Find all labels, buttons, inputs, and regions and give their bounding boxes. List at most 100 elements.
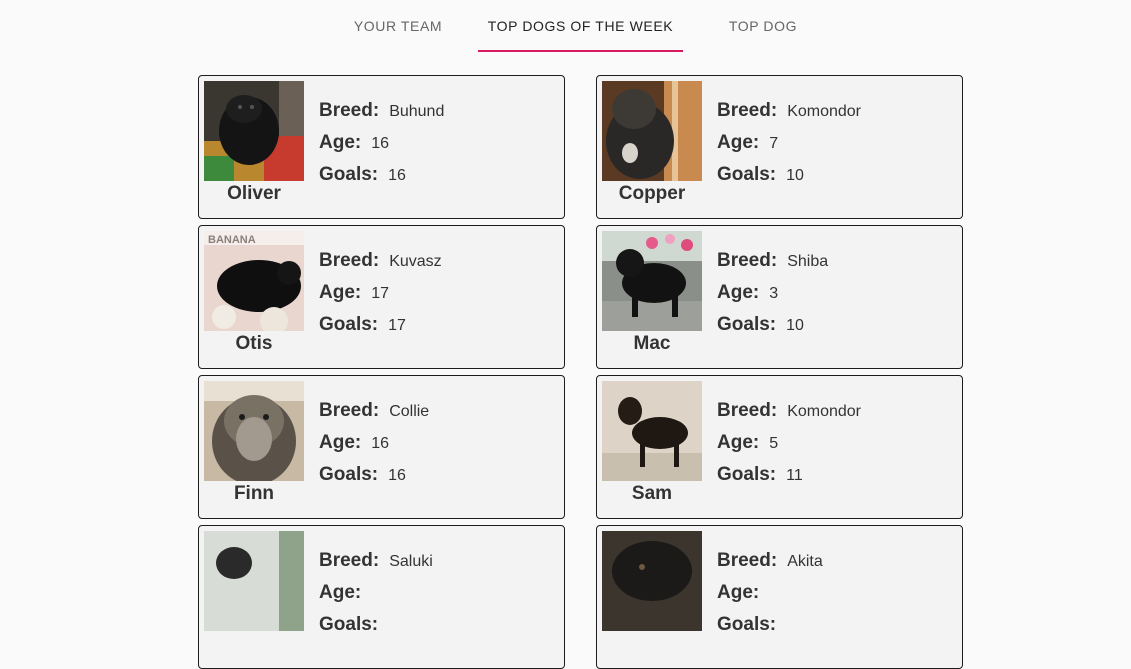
breed-row: Breed: Saluki bbox=[319, 550, 433, 582]
dog-image bbox=[602, 231, 702, 331]
goals-row: Goals: 11 bbox=[717, 464, 861, 496]
dog-card[interactable]: Finn Breed: Collie Age: 16 Goals: 16 bbox=[198, 375, 565, 519]
dog-card[interactable]: Sam Breed: Komondor Age: 5 Goals: 11 bbox=[596, 375, 963, 519]
breed-value: Komondor bbox=[787, 103, 862, 120]
dog-stats: Breed: Kuvasz Age: 17 Goals: 17 bbox=[319, 250, 442, 346]
breed-label: Breed: bbox=[717, 550, 778, 571]
age-label: Age: bbox=[717, 282, 760, 303]
age-value: 3 bbox=[769, 285, 779, 302]
age-label: Age: bbox=[717, 582, 760, 603]
dog-stats: Breed: Komondor Age: 5 Goals: 11 bbox=[717, 400, 861, 496]
dog-photo bbox=[602, 231, 702, 331]
goals-row: Goals: 16 bbox=[319, 164, 444, 196]
goals-label: Goals: bbox=[319, 614, 379, 635]
breed-row: Breed: Kuvasz bbox=[319, 250, 442, 282]
dog-card[interactable]: BANANA Otis Breed: Kuvasz Age: 17 Goals: 17 bbox=[198, 225, 565, 369]
age-row: Age: bbox=[319, 582, 433, 614]
tab-your-team[interactable]: YOUR TEAM bbox=[340, 0, 456, 52]
age-label: Age: bbox=[717, 132, 760, 153]
breed-value: Saluki bbox=[389, 553, 433, 570]
tab-top-dog[interactable]: TOP DOG bbox=[706, 0, 820, 52]
age-row: Age: 5 bbox=[717, 432, 861, 464]
active-tab-indicator bbox=[478, 50, 683, 52]
age-row: Age: 17 bbox=[319, 282, 442, 314]
tab-label: TOP DOGS OF THE WEEK bbox=[487, 18, 674, 34]
tab-label: YOUR TEAM bbox=[353, 18, 443, 34]
dog-image bbox=[602, 531, 702, 631]
breed-label: Breed: bbox=[717, 100, 778, 121]
goals-row: Goals: bbox=[717, 614, 823, 646]
breed-value: Shiba bbox=[787, 253, 829, 270]
dog-card[interactable]: Oliver Breed: Buhund Age: 16 Goals: 16 bbox=[198, 75, 565, 219]
age-value: 16 bbox=[371, 135, 390, 152]
dog-image bbox=[204, 531, 304, 631]
breed-row: Breed: Shiba bbox=[717, 250, 828, 282]
dog-photo bbox=[204, 531, 304, 631]
breed-row: Breed: Collie bbox=[319, 400, 429, 432]
dog-image bbox=[204, 81, 304, 181]
age-label: Age: bbox=[717, 432, 760, 453]
breed-label: Breed: bbox=[319, 550, 380, 571]
goals-row: Goals: bbox=[319, 614, 433, 646]
dog-photo bbox=[602, 531, 702, 631]
breed-label: Breed: bbox=[717, 250, 778, 271]
dog-photo bbox=[602, 381, 702, 481]
dog-stats: Breed: Buhund Age: 16 Goals: 16 bbox=[319, 100, 444, 196]
breed-row: Breed: Akita bbox=[717, 550, 823, 582]
dog-stats: Breed: Saluki Age: Goals: bbox=[319, 550, 433, 646]
dog-card[interactable]: Copper Breed: Komondor Age: 7 Goals: 10 bbox=[596, 75, 963, 219]
goals-label: Goals: bbox=[319, 314, 379, 335]
goals-value: 10 bbox=[786, 317, 804, 334]
age-value: 17 bbox=[371, 285, 390, 302]
age-row: Age: 7 bbox=[717, 132, 861, 164]
dog-image bbox=[204, 381, 304, 481]
svg-text:BANANA: BANANA bbox=[208, 234, 256, 246]
dog-name: Oliver bbox=[227, 183, 281, 204]
breed-value: Komondor bbox=[787, 403, 862, 420]
dog-photo bbox=[602, 81, 702, 181]
dog-card[interactable]: Mac Breed: Shiba Age: 3 Goals: 10 bbox=[596, 225, 963, 369]
tab-label: TOP DOG bbox=[728, 18, 798, 34]
breed-label: Breed: bbox=[717, 400, 778, 421]
goals-value: 17 bbox=[388, 317, 406, 334]
age-label: Age: bbox=[319, 132, 362, 153]
breed-value: Kuvasz bbox=[389, 253, 442, 270]
dog-image bbox=[602, 381, 702, 481]
age-row: Age: 16 bbox=[319, 132, 444, 164]
goals-label: Goals: bbox=[717, 614, 777, 635]
goals-row: Goals: 10 bbox=[717, 314, 828, 346]
dog-card[interactable]: Breed: Saluki Age: Goals: bbox=[198, 525, 565, 669]
goals-value: 16 bbox=[388, 167, 406, 184]
dog-stats: Breed: Komondor Age: 7 Goals: 10 bbox=[717, 100, 861, 196]
dog-stats: Breed: Akita Age: Goals: bbox=[717, 550, 823, 646]
goals-label: Goals: bbox=[717, 164, 777, 185]
age-row: Age: 16 bbox=[319, 432, 429, 464]
breed-value: Buhund bbox=[389, 103, 445, 120]
dog-name: Sam bbox=[631, 483, 673, 504]
goals-label: Goals: bbox=[319, 464, 379, 485]
goals-label: Goals: bbox=[717, 314, 777, 335]
dog-card[interactable]: Breed: Akita Age: Goals: bbox=[596, 525, 963, 669]
age-value: 16 bbox=[371, 435, 390, 452]
dog-photo: BANANA bbox=[204, 231, 304, 331]
age-label: Age: bbox=[319, 282, 362, 303]
dog-name: Finn bbox=[233, 483, 275, 504]
age-row: Age: 3 bbox=[717, 282, 828, 314]
breed-row: Breed: Komondor bbox=[717, 400, 861, 432]
age-value: 7 bbox=[769, 135, 779, 152]
breed-value: Akita bbox=[787, 553, 823, 570]
dog-image: BANANA bbox=[204, 231, 304, 331]
breed-row: Breed: Buhund bbox=[319, 100, 444, 132]
tab-top-dogs-of-the-week[interactable]: TOP DOGS OF THE WEEK bbox=[478, 0, 683, 52]
breed-row: Breed: Komondor bbox=[717, 100, 861, 132]
dog-stats: Breed: Shiba Age: 3 Goals: 10 bbox=[717, 250, 828, 346]
age-value: 5 bbox=[769, 435, 779, 452]
dog-name: Otis bbox=[235, 333, 273, 354]
age-label: Age: bbox=[319, 582, 362, 603]
goals-value: 16 bbox=[388, 467, 406, 484]
breed-label: Breed: bbox=[319, 400, 380, 421]
breed-value: Collie bbox=[389, 403, 430, 420]
goals-row: Goals: 16 bbox=[319, 464, 429, 496]
dog-photo bbox=[204, 381, 304, 481]
tab-bar: YOUR TEAM TOP DOGS OF THE WEEK TOP DOG bbox=[0, 0, 1131, 52]
